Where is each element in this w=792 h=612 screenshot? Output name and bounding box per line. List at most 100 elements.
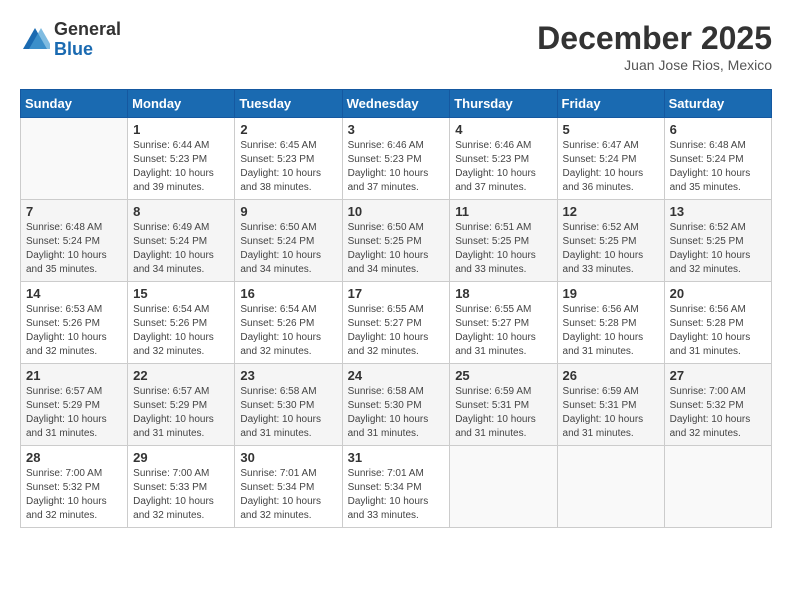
day-info: Sunrise: 6:59 AM Sunset: 5:31 PM Dayligh…	[455, 385, 551, 441]
day-number: 18	[455, 286, 551, 301]
table-row: 2 Sunrise: 6:45 AM Sunset: 5:23 PM Daylig…	[235, 118, 342, 200]
table-row: 27 Sunrise: 7:00 AM Sunset: 5:32 PM Dayli…	[664, 364, 771, 446]
calendar-week-row: 28 Sunrise: 7:00 AM Sunset: 5:32 PM Dayli…	[21, 446, 772, 528]
day-info: Sunrise: 6:46 AM Sunset: 5:23 PM Dayligh…	[348, 139, 445, 195]
table-row	[21, 118, 128, 200]
day-info: Sunrise: 6:56 AM Sunset: 5:28 PM Dayligh…	[563, 303, 659, 359]
day-info: Sunrise: 6:47 AM Sunset: 5:24 PM Dayligh…	[563, 139, 659, 195]
day-number: 25	[455, 368, 551, 383]
day-info: Sunrise: 7:00 AM Sunset: 5:32 PM Dayligh…	[26, 467, 122, 523]
day-number: 15	[133, 286, 229, 301]
calendar-week-row: 1Sunrise: 6:44 AM Sunset: 5:23 PM Daylig…	[21, 118, 772, 200]
day-number: 23	[240, 368, 336, 383]
day-info: Sunrise: 6:53 AM Sunset: 5:26 PM Dayligh…	[26, 303, 122, 359]
day-number: 19	[563, 286, 659, 301]
table-row: 28 Sunrise: 7:00 AM Sunset: 5:32 PM Dayli…	[21, 446, 128, 528]
table-row: 23 Sunrise: 6:58 AM Sunset: 5:30 PM Dayli…	[235, 364, 342, 446]
table-row: 21 Sunrise: 6:57 AM Sunset: 5:29 PM Dayli…	[21, 364, 128, 446]
day-info: Sunrise: 6:52 AM Sunset: 5:25 PM Dayligh…	[670, 221, 766, 277]
table-row: 16Sunrise: 6:54 AM Sunset: 5:26 PM Dayli…	[235, 282, 342, 364]
table-row: 31 Sunrise: 7:01 AM Sunset: 5:34 PM Dayli…	[342, 446, 450, 528]
table-row: 5Sunrise: 6:47 AM Sunset: 5:24 PM Daylig…	[557, 118, 664, 200]
table-row: 1Sunrise: 6:44 AM Sunset: 5:23 PM Daylig…	[128, 118, 235, 200]
table-row: 18 Sunrise: 6:55 AM Sunset: 5:27 PM Dayli…	[450, 282, 557, 364]
day-number: 2	[240, 122, 336, 137]
day-number: 21	[26, 368, 122, 383]
table-row: 13Sunrise: 6:52 AM Sunset: 5:25 PM Dayli…	[664, 200, 771, 282]
col-sunday: Sunday	[21, 90, 128, 118]
table-row: 11 Sunrise: 6:51 AM Sunset: 5:25 PM Dayli…	[450, 200, 557, 282]
day-info: Sunrise: 6:55 AM Sunset: 5:27 PM Dayligh…	[455, 303, 551, 359]
logo-general-text: General	[54, 20, 121, 40]
day-number: 31	[348, 450, 445, 465]
day-number: 22	[133, 368, 229, 383]
day-info: Sunrise: 7:00 AM Sunset: 5:33 PM Dayligh…	[133, 467, 229, 523]
day-number: 3	[348, 122, 445, 137]
day-number: 10	[348, 204, 445, 219]
day-number: 9	[240, 204, 336, 219]
day-info: Sunrise: 7:00 AM Sunset: 5:32 PM Dayligh…	[670, 385, 766, 441]
day-number: 8	[133, 204, 229, 219]
day-info: Sunrise: 6:44 AM Sunset: 5:23 PM Dayligh…	[133, 139, 229, 195]
day-info: Sunrise: 6:58 AM Sunset: 5:30 PM Dayligh…	[240, 385, 336, 441]
col-saturday: Saturday	[664, 90, 771, 118]
title-block: December 2025 Juan Jose Rios, Mexico	[537, 20, 772, 73]
day-info: Sunrise: 6:54 AM Sunset: 5:26 PM Dayligh…	[133, 303, 229, 359]
day-info: Sunrise: 6:49 AM Sunset: 5:24 PM Dayligh…	[133, 221, 229, 277]
day-number: 28	[26, 450, 122, 465]
day-info: Sunrise: 6:57 AM Sunset: 5:29 PM Dayligh…	[133, 385, 229, 441]
table-row: 6Sunrise: 6:48 AM Sunset: 5:24 PM Daylig…	[664, 118, 771, 200]
day-info: Sunrise: 6:57 AM Sunset: 5:29 PM Dayligh…	[26, 385, 122, 441]
day-number: 30	[240, 450, 336, 465]
day-info: Sunrise: 6:56 AM Sunset: 5:28 PM Dayligh…	[670, 303, 766, 359]
day-info: Sunrise: 6:45 AM Sunset: 5:23 PM Dayligh…	[240, 139, 336, 195]
day-number: 26	[563, 368, 659, 383]
table-row: 3 Sunrise: 6:46 AM Sunset: 5:23 PM Daylig…	[342, 118, 450, 200]
table-row: 29 Sunrise: 7:00 AM Sunset: 5:33 PM Dayli…	[128, 446, 235, 528]
calendar-week-row: 7 Sunrise: 6:48 AM Sunset: 5:24 PM Daylig…	[21, 200, 772, 282]
day-number: 29	[133, 450, 229, 465]
day-number: 17	[348, 286, 445, 301]
day-info: Sunrise: 6:52 AM Sunset: 5:25 PM Dayligh…	[563, 221, 659, 277]
table-row: 17 Sunrise: 6:55 AM Sunset: 5:27 PM Dayli…	[342, 282, 450, 364]
col-friday: Friday	[557, 90, 664, 118]
col-wednesday: Wednesday	[342, 90, 450, 118]
table-row: 12 Sunrise: 6:52 AM Sunset: 5:25 PM Dayli…	[557, 200, 664, 282]
day-number: 7	[26, 204, 122, 219]
calendar-header-row: Sunday Monday Tuesday Wednesday Thursday…	[21, 90, 772, 118]
day-info: Sunrise: 7:01 AM Sunset: 5:34 PM Dayligh…	[240, 467, 336, 523]
table-row: 25 Sunrise: 6:59 AM Sunset: 5:31 PM Dayli…	[450, 364, 557, 446]
table-row: 9Sunrise: 6:50 AM Sunset: 5:24 PM Daylig…	[235, 200, 342, 282]
month-title: December 2025	[537, 20, 772, 57]
logo-icon	[20, 25, 50, 55]
calendar-table: Sunday Monday Tuesday Wednesday Thursday…	[20, 89, 772, 528]
day-info: Sunrise: 6:46 AM Sunset: 5:23 PM Dayligh…	[455, 139, 551, 195]
page-header: General Blue December 2025 Juan Jose Rio…	[20, 20, 772, 73]
day-number: 12	[563, 204, 659, 219]
day-number: 27	[670, 368, 766, 383]
day-info: Sunrise: 6:50 AM Sunset: 5:25 PM Dayligh…	[348, 221, 445, 277]
day-info: Sunrise: 6:51 AM Sunset: 5:25 PM Dayligh…	[455, 221, 551, 277]
day-info: Sunrise: 7:01 AM Sunset: 5:34 PM Dayligh…	[348, 467, 445, 523]
table-row	[557, 446, 664, 528]
day-info: Sunrise: 6:48 AM Sunset: 5:24 PM Dayligh…	[26, 221, 122, 277]
table-row: 30 Sunrise: 7:01 AM Sunset: 5:34 PM Dayli…	[235, 446, 342, 528]
col-tuesday: Tuesday	[235, 90, 342, 118]
day-info: Sunrise: 6:59 AM Sunset: 5:31 PM Dayligh…	[563, 385, 659, 441]
table-row: 14Sunrise: 6:53 AM Sunset: 5:26 PM Dayli…	[21, 282, 128, 364]
table-row: 20Sunrise: 6:56 AM Sunset: 5:28 PM Dayli…	[664, 282, 771, 364]
day-number: 16	[240, 286, 336, 301]
location: Juan Jose Rios, Mexico	[537, 57, 772, 73]
table-row: 24Sunrise: 6:58 AM Sunset: 5:30 PM Dayli…	[342, 364, 450, 446]
table-row: 26 Sunrise: 6:59 AM Sunset: 5:31 PM Dayli…	[557, 364, 664, 446]
day-info: Sunrise: 6:58 AM Sunset: 5:30 PM Dayligh…	[348, 385, 445, 441]
logo: General Blue	[20, 20, 121, 60]
table-row	[450, 446, 557, 528]
day-info: Sunrise: 6:55 AM Sunset: 5:27 PM Dayligh…	[348, 303, 445, 359]
table-row: 8 Sunrise: 6:49 AM Sunset: 5:24 PM Daylig…	[128, 200, 235, 282]
calendar-week-row: 21 Sunrise: 6:57 AM Sunset: 5:29 PM Dayli…	[21, 364, 772, 446]
day-info: Sunrise: 6:48 AM Sunset: 5:24 PM Dayligh…	[670, 139, 766, 195]
col-monday: Monday	[128, 90, 235, 118]
day-number: 11	[455, 204, 551, 219]
table-row: 19 Sunrise: 6:56 AM Sunset: 5:28 PM Dayli…	[557, 282, 664, 364]
